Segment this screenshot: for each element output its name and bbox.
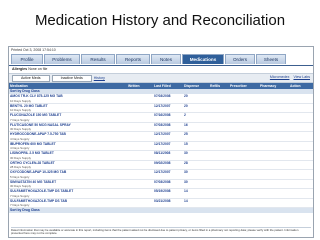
medication-table: Medication Written Last Filled Dispense … — [9, 83, 313, 213]
tab-reports[interactable]: Reports — [116, 54, 150, 64]
tab-profile[interactable]: Profile — [11, 54, 43, 64]
allergies-line: Allergies None on file — [9, 66, 313, 73]
section-header-bottom[interactable]: Sort by Drug Class — [9, 207, 313, 213]
disclaimer-footer: Dated information that may be available … — [11, 226, 311, 236]
allergies-value: None on file — [28, 67, 48, 71]
inactive-meds-button[interactable]: Inactive Meds — [51, 74, 92, 82]
tab-notes[interactable]: Notes — [151, 54, 181, 64]
tab-problems[interactable]: Problems — [44, 54, 80, 64]
tab-results[interactable]: Results — [81, 54, 115, 64]
slide-title: Medication History and Reconciliation — [34, 12, 286, 29]
section-header-row: Sort by Drug Class — [9, 207, 313, 213]
micromedex-link[interactable]: Micromedex — [270, 75, 290, 80]
subbar-right-links: Micromedex View Labs — [266, 75, 310, 80]
ehr-screenshot: Printed Oct 3, 2008 17:54:10 Profile Pro… — [8, 46, 314, 238]
history-link[interactable]: History — [94, 76, 105, 80]
allergies-label[interactable]: Allergies — [12, 67, 27, 71]
view-labs-link[interactable]: View Labs — [293, 75, 310, 80]
tab-medications[interactable]: Medications — [182, 54, 224, 64]
printed-timestamp: Printed Oct 3, 2008 17:54:10 — [11, 48, 56, 52]
tab-bar: Profile Problems Results Reports Notes M… — [9, 54, 313, 66]
tab-orders[interactable]: Orders — [225, 54, 255, 64]
active-meds-button[interactable]: Active Meds — [12, 74, 50, 82]
medication-filter-bar: Active Meds Inactive Meds History Microm… — [9, 73, 313, 83]
tab-sheets[interactable]: Sheets — [256, 54, 286, 64]
